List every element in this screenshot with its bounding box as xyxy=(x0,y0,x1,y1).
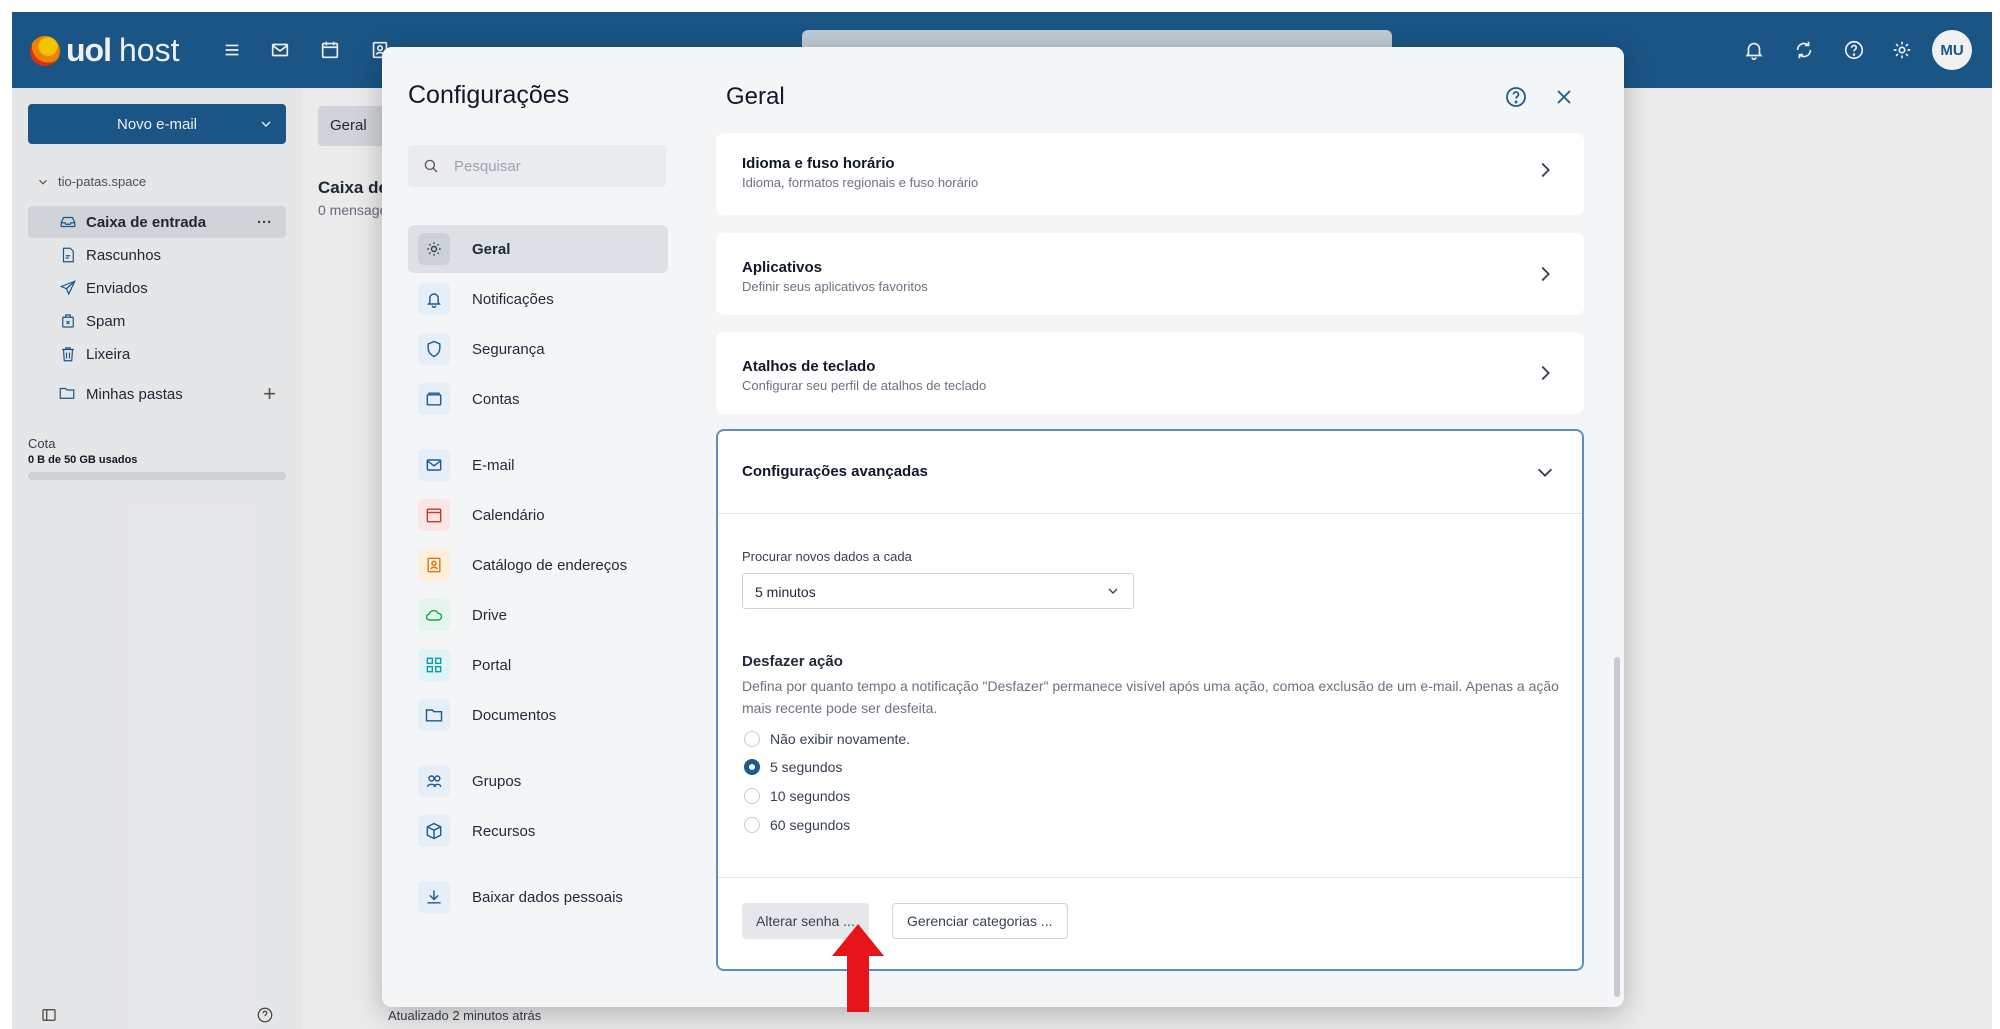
bell-icon xyxy=(418,283,450,315)
settings-dialog: Configurações Pesquisar Geral Notificaçõ… xyxy=(382,47,1624,1007)
card-applications[interactable]: Aplicativos Definir seus aplicativos fav… xyxy=(716,233,1584,315)
card-subtitle: Configurar seu perfil de atalhos de tecl… xyxy=(742,378,987,393)
radio-label: Não exibir novamente. xyxy=(770,731,911,747)
nav-label: Calendário xyxy=(472,506,545,524)
settings-nav: Configurações Pesquisar Geral Notificaçõ… xyxy=(382,47,692,1007)
shield-icon xyxy=(418,333,450,365)
nav-notifications[interactable]: Notificações xyxy=(408,275,668,323)
radio-60s[interactable]: 60 segundos xyxy=(744,817,850,833)
card-title: Idioma e fuso horário xyxy=(742,155,895,172)
nav-general[interactable]: Geral xyxy=(408,225,668,273)
nav-label: Notificações xyxy=(472,290,554,308)
cloud-icon xyxy=(418,599,450,631)
chevron-right-icon xyxy=(1534,263,1556,285)
advanced-title[interactable]: Configurações avançadas xyxy=(742,463,928,480)
radio-circle-selected[interactable] xyxy=(744,759,760,775)
radio-label: 60 segundos xyxy=(770,817,851,833)
nav-address-book[interactable]: Catálogo de endereços xyxy=(408,541,668,589)
groups-icon xyxy=(418,765,450,797)
card-title: Aplicativos xyxy=(742,259,823,276)
nav-label: Catálogo de endereços xyxy=(472,556,628,574)
radio-10s[interactable]: 10 segundos xyxy=(744,788,850,804)
radio-circle[interactable] xyxy=(744,788,760,804)
contacts-icon xyxy=(418,549,450,581)
nav-drive[interactable]: Drive xyxy=(408,591,668,639)
search-placeholder: Pesquisar xyxy=(454,157,521,175)
nav-accounts[interactable]: Contas xyxy=(408,375,668,423)
nav-label: Segurança xyxy=(472,340,545,358)
nav-resources[interactable]: Recursos xyxy=(408,807,668,855)
divider xyxy=(718,877,1582,878)
chevron-down-icon xyxy=(1105,583,1121,602)
undo-description: Defina por quanto tempo a notificação "D… xyxy=(742,678,1559,716)
nav-label: Baixar dados pessoais xyxy=(472,888,623,906)
nav-label: Recursos xyxy=(472,822,536,840)
card-keyboard-shortcuts[interactable]: Atalhos de teclado Configurar seu perfil… xyxy=(716,332,1584,414)
card-language-timezone[interactable]: Idioma e fuso horário Idioma, formatos r… xyxy=(716,133,1584,215)
red-arrow-annotation xyxy=(832,924,884,1012)
nav-security[interactable]: Segurança xyxy=(408,325,668,373)
radio-circle[interactable] xyxy=(744,731,760,747)
radio-never[interactable]: Não exibir novamente. xyxy=(744,731,910,747)
radio-5s[interactable]: 5 segundos xyxy=(744,759,842,775)
help-icon[interactable] xyxy=(1504,85,1528,109)
card-subtitle: Definir seus aplicativos favoritos xyxy=(742,279,928,294)
close-icon[interactable] xyxy=(1552,85,1576,109)
nav-label: E-mail xyxy=(472,456,515,474)
gear-icon xyxy=(418,233,450,265)
advanced-settings-panel: Configurações avançadas Procurar novos d… xyxy=(716,429,1584,971)
nav-label: Portal xyxy=(472,656,512,674)
nav-label: Contas xyxy=(472,390,520,408)
nav-label: Grupos xyxy=(472,772,522,790)
radio-circle[interactable] xyxy=(744,817,760,833)
download-icon xyxy=(418,881,450,913)
fetch-interval-select[interactable]: 5 minutos xyxy=(742,573,1134,609)
manage-categories-button[interactable]: Gerenciar categorias ... xyxy=(892,903,1068,939)
app-frame: uol host MU Novo e-mail tio-patas.space … xyxy=(12,12,1992,1029)
nav-email[interactable]: E-mail xyxy=(408,441,668,489)
nav-label: Documentos xyxy=(472,706,557,724)
grid-icon xyxy=(418,649,450,681)
chevron-right-icon xyxy=(1534,159,1556,181)
accounts-icon xyxy=(418,383,450,415)
settings-content-header: Geral xyxy=(692,47,1624,139)
scrollbar-thumb[interactable] xyxy=(1614,657,1620,997)
chevron-right-icon xyxy=(1534,362,1556,384)
cube-icon xyxy=(418,815,450,847)
nav-groups[interactable]: Grupos xyxy=(408,757,668,805)
fetch-interval-value: 5 minutos xyxy=(755,584,816,600)
calendar-icon xyxy=(418,499,450,531)
nav-download-data[interactable]: Baixar dados pessoais xyxy=(408,873,668,921)
chevron-down-icon[interactable] xyxy=(1534,461,1556,483)
card-title: Atalhos de teclado xyxy=(742,358,876,375)
folder-icon xyxy=(418,699,450,731)
settings-title: Configurações xyxy=(408,81,570,109)
settings-search-input[interactable]: Pesquisar xyxy=(408,145,666,187)
radio-label: 10 segundos xyxy=(770,788,851,804)
undo-title: Desfazer ação xyxy=(742,653,843,670)
nav-portal[interactable]: Portal xyxy=(408,641,668,689)
divider xyxy=(718,513,1582,514)
nav-label: Drive xyxy=(472,606,508,624)
card-subtitle: Idioma, formatos regionais e fuso horári… xyxy=(742,175,979,190)
fetch-interval-label: Procurar novos dados a cada xyxy=(742,549,912,564)
settings-content: Geral Idioma e fuso horário Idioma, form… xyxy=(692,47,1624,1007)
nav-calendar[interactable]: Calendário xyxy=(408,491,668,539)
nav-documents[interactable]: Documentos xyxy=(408,691,668,739)
nav-label: Geral xyxy=(472,240,511,258)
mail-icon xyxy=(418,449,450,481)
section-title: Geral xyxy=(726,83,785,110)
radio-label: 5 segundos xyxy=(770,759,843,775)
search-icon xyxy=(424,159,438,173)
